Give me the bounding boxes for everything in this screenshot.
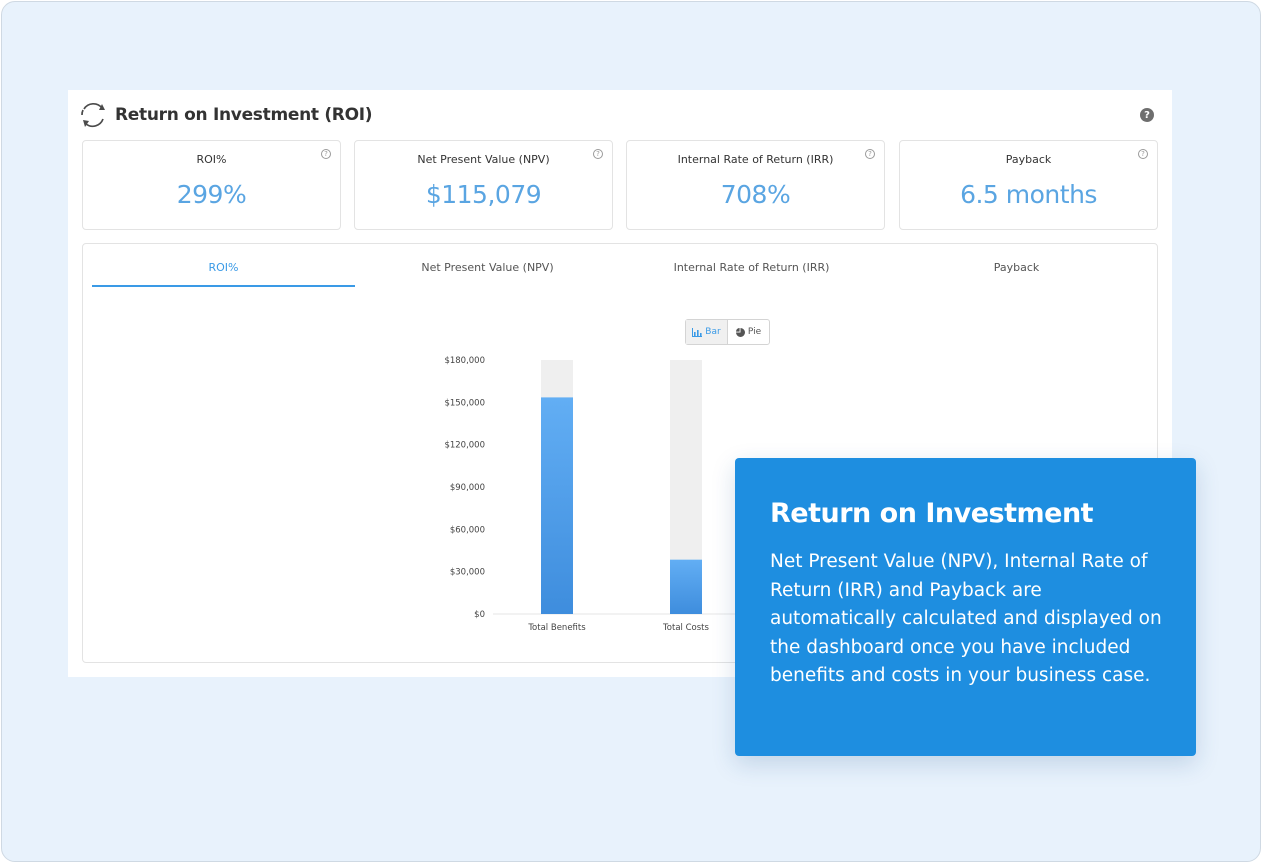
card-payback: Payback 6.5 months ? [899, 140, 1158, 230]
tab-bar: ROI% Net Present Value (NPV) Internal Ra… [92, 244, 1148, 288]
tab-npv[interactable]: Net Present Value (NPV) [356, 244, 619, 287]
question-circle-icon[interactable]: ? [1140, 108, 1154, 122]
pie-toggle-button[interactable]: Pie [728, 320, 769, 344]
y-tick-label: $90,000 [450, 483, 485, 493]
x-tick-label: Total Benefits [527, 623, 586, 633]
card-value: 299% [176, 180, 247, 209]
question-circle-icon[interactable]: ? [1138, 149, 1148, 159]
tab-payback[interactable]: Payback [885, 244, 1148, 287]
bar-toggle-label: Bar [705, 327, 721, 337]
question-circle-icon[interactable]: ? [865, 149, 875, 159]
bar-total-costs[interactable] [670, 559, 702, 614]
callout-box: Return on Investment Net Present Value (… [735, 458, 1196, 756]
card-value: 708% [720, 180, 791, 209]
question-circle-icon[interactable]: ? [321, 149, 331, 159]
card-npv: Net Present Value (NPV) $115,079 ? [354, 140, 613, 230]
card-label: Internal Rate of Return (IRR) [677, 153, 834, 166]
card-value: 6.5 months [960, 180, 1097, 209]
y-tick-label: $30,000 [450, 568, 485, 578]
tab-irr[interactable]: Internal Rate of Return (IRR) [620, 244, 883, 287]
card-roi: ROI% 299% ? [82, 140, 341, 230]
card-label: Net Present Value (NPV) [417, 153, 550, 166]
x-tick-label: Total Costs [662, 623, 709, 633]
pie-toggle-label: Pie [747, 327, 762, 337]
card-irr: Internal Rate of Return (IRR) 708% ? [626, 140, 885, 230]
y-tick-label: $60,000 [450, 525, 485, 535]
callout-body: Net Present Value (NPV), Internal Rate o… [770, 551, 1162, 687]
page-title: Return on Investment (ROI) [115, 105, 373, 125]
metric-cards: ROI% 299% ? Net Present Value (NPV) $115… [82, 140, 1158, 230]
y-tick-label: $180,000 [444, 356, 485, 366]
bar-chart-icon [692, 327, 703, 337]
y-tick-label: $120,000 [444, 441, 485, 451]
circular-arrows-icon [81, 102, 105, 128]
y-tick-label: $150,000 [444, 398, 485, 408]
card-value: $115,079 [425, 180, 542, 209]
bar-toggle-button[interactable]: Bar [686, 320, 728, 344]
card-label: ROI% [196, 153, 227, 166]
bar-total-benefits[interactable] [541, 397, 573, 614]
panel-header: Return on Investment (ROI) [78, 100, 373, 130]
pie-chart-icon [735, 327, 745, 337]
callout-title: Return on Investment [770, 498, 1094, 529]
chart-type-toggle: Bar Pie [685, 319, 770, 345]
tab-roi[interactable]: ROI% [92, 244, 355, 287]
y-tick-label: $0 [474, 610, 485, 620]
question-circle-icon[interactable]: ? [593, 149, 603, 159]
card-label: Payback [1005, 153, 1052, 166]
